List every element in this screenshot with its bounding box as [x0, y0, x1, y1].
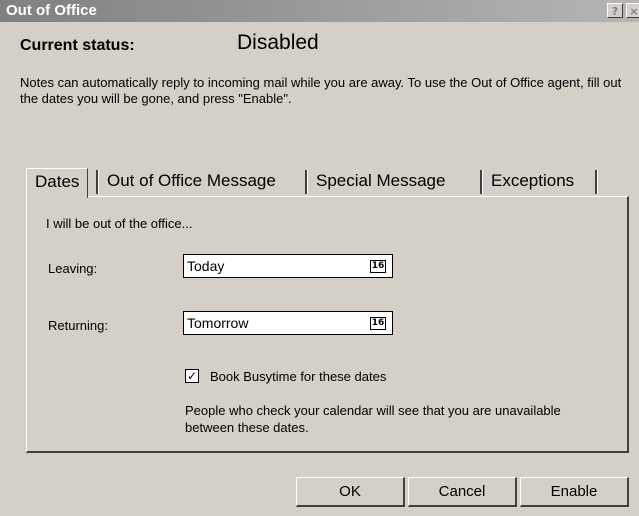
- out-of-office-dialog: Out of Office ? × Current status: Disabl…: [0, 0, 639, 516]
- ok-button[interactable]: OK: [296, 477, 405, 507]
- tab-separator: [595, 170, 598, 194]
- title-bar[interactable]: Out of Office ? ×: [0, 0, 639, 22]
- window-title: Out of Office: [6, 2, 97, 19]
- tab-out-of-office-message[interactable]: Out of Office Message: [99, 168, 284, 196]
- current-status-value: Disabled: [237, 31, 319, 54]
- cancel-button[interactable]: Cancel: [408, 477, 517, 507]
- busytime-note: People who check your calendar will see …: [185, 403, 561, 435]
- returning-date-value[interactable]: Tomorrow: [187, 315, 248, 331]
- returning-date-field[interactable]: Tomorrow 16: [183, 311, 393, 335]
- book-busytime-checkbox[interactable]: ✓: [185, 369, 199, 383]
- calendar-icon[interactable]: 16: [370, 260, 386, 273]
- tab-exceptions[interactable]: Exceptions: [483, 168, 582, 196]
- tab-dates[interactable]: Dates: [26, 168, 89, 198]
- returning-label: Returning:: [48, 318, 108, 333]
- leaving-date-value[interactable]: Today: [187, 258, 224, 274]
- book-busytime-label[interactable]: Book Busytime for these dates: [210, 369, 386, 384]
- enable-button[interactable]: Enable: [520, 477, 629, 507]
- help-button[interactable]: ?: [607, 3, 623, 18]
- dates-tab-panel: I will be out of the office... Leaving: …: [26, 196, 629, 453]
- description-text: Notes can automatically reply to incomin…: [20, 75, 622, 106]
- close-button[interactable]: ×: [626, 3, 639, 18]
- leaving-label: Leaving:: [48, 261, 98, 276]
- dates-intro-text: I will be out of the office...: [46, 216, 193, 231]
- tab-special-message[interactable]: Special Message: [308, 168, 453, 196]
- current-status-label: Current status:: [20, 37, 135, 54]
- calendar-icon[interactable]: 16: [370, 317, 386, 330]
- leaving-date-field[interactable]: Today 16: [183, 254, 393, 278]
